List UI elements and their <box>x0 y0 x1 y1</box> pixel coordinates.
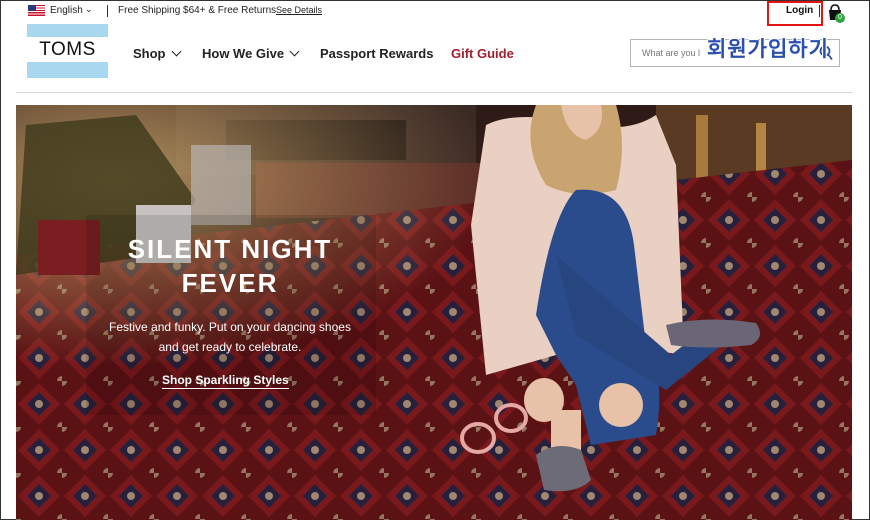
divider <box>819 5 820 17</box>
see-details-link[interactable]: See Details <box>276 5 322 15</box>
nav-gift-guide-label: Gift Guide <box>451 46 514 61</box>
chevron-down-icon <box>289 46 300 57</box>
toms-logo[interactable]: TOMS <box>27 24 108 78</box>
utility-bar: English ⌄ Free Shipping $64+ & Free Retu… <box>0 0 870 26</box>
search-input[interactable] <box>642 48 712 58</box>
cart-count-badge: 0 <box>835 13 845 23</box>
nav-passport-rewards[interactable]: Passport Rewards <box>320 46 433 61</box>
login-link[interactable]: Login <box>786 5 813 16</box>
nav-gift-guide[interactable]: Gift Guide <box>451 46 514 61</box>
hero-title-line2: FEVER <box>181 268 279 298</box>
language-selector[interactable]: English <box>50 5 83 16</box>
us-flag-icon <box>28 5 45 16</box>
hero-title-line1: SILENT NIGHT <box>127 234 333 264</box>
hero-subtitle-line2: and get ready to celebrate. <box>158 340 302 354</box>
chevron-down-icon[interactable]: ⌄ <box>85 4 93 15</box>
nav-how-we-give-label: How We Give <box>202 46 285 61</box>
nav-shop[interactable]: Shop <box>133 46 181 61</box>
nav-passport-rewards-label: Passport Rewards <box>320 46 434 61</box>
hero-subtitle-line1: Festive and funky. Put on your dancing s… <box>109 320 351 334</box>
divider <box>107 5 108 17</box>
nav-shop-label: Shop <box>133 46 166 61</box>
hero-photo <box>16 105 852 520</box>
hero-title: SILENT NIGHT FEVER <box>106 232 354 300</box>
header-divider <box>16 92 852 93</box>
hero-banner[interactable]: SILENT NIGHT FEVER Festive and funky. Pu… <box>16 105 852 520</box>
shipping-promo: Free Shipping $64+ & Free Returns <box>118 5 277 16</box>
shop-sparkling-styles-link[interactable]: Shop Sparkling Styles <box>162 373 289 389</box>
nav-how-we-give[interactable]: How We Give <box>202 46 300 61</box>
logo-text: TOMS <box>27 37 108 62</box>
signup-overlay-text: 회원가입하기 <box>707 38 829 61</box>
hero-subtitle: Festive and funky. Put on your dancing s… <box>96 317 364 357</box>
chevron-down-icon <box>171 46 181 57</box>
